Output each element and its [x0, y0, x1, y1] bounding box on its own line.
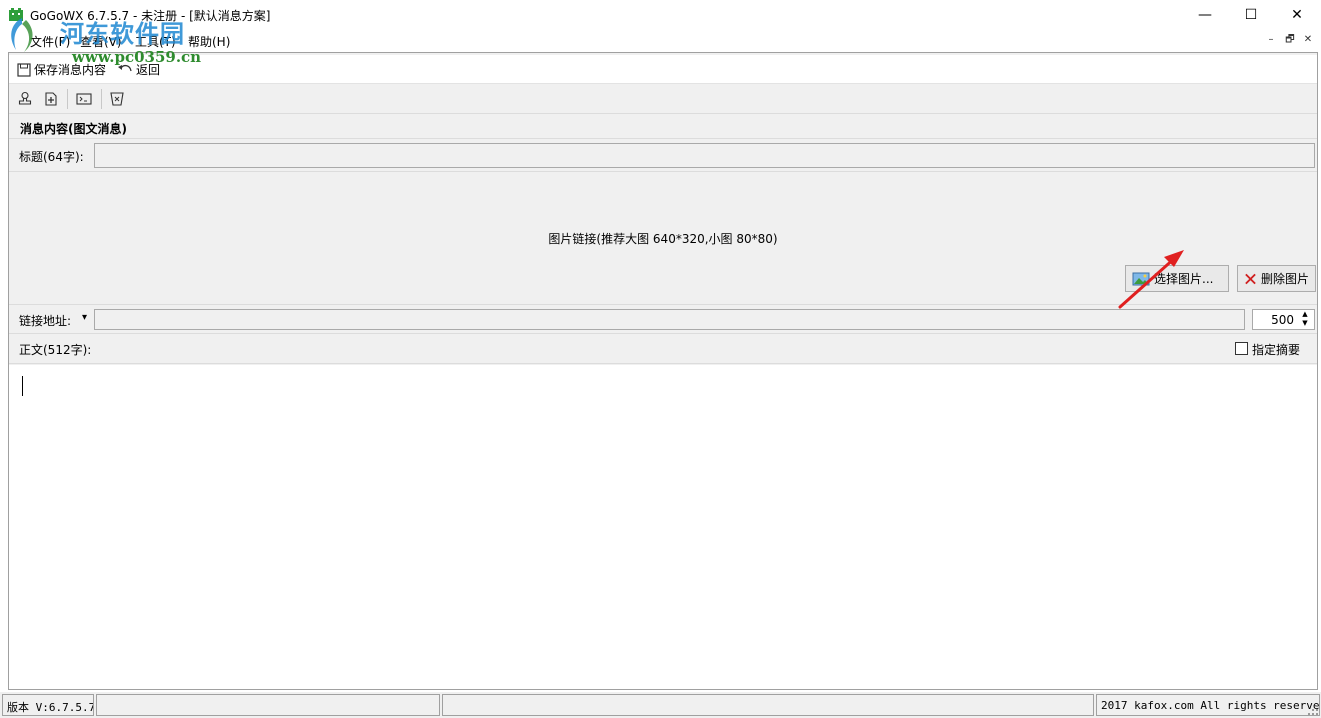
- add-page-icon: [45, 92, 57, 106]
- mdi-minimize-button[interactable]: –: [1263, 33, 1279, 47]
- select-image-button[interactable]: 选择图片...: [1125, 265, 1229, 292]
- console-button[interactable]: [74, 90, 94, 108]
- title-label: 标题(64字):: [19, 150, 84, 164]
- status-version: 版本 V:6.7.5.7: [2, 694, 94, 716]
- minimize-button[interactable]: —: [1182, 0, 1228, 30]
- image-link-caption: 图片链接(推荐大图 640*320,小图 80*80): [548, 232, 778, 246]
- stamp-icon: [18, 91, 32, 105]
- stamp-button[interactable]: [15, 90, 35, 108]
- back-button[interactable]: 返回: [117, 61, 160, 78]
- close-button[interactable]: ✕: [1274, 0, 1320, 30]
- delete-image-label: 删除图片: [1260, 272, 1309, 286]
- menu-tools[interactable]: 工具(T): [135, 33, 176, 50]
- save-icon: [17, 62, 31, 77]
- delete-x-icon: [1245, 273, 1256, 284]
- main-toolbar: 保存消息内容 返回: [9, 55, 1317, 84]
- section-header: 消息内容(图文消息): [9, 115, 1317, 139]
- toolbar-separator: [101, 89, 102, 109]
- toolbar-separator: [67, 89, 68, 109]
- body-label-row: 正文(512字): 指定摘要: [9, 335, 1317, 364]
- menu-bar: 文件(F) 查看(V) 工具(T) 帮助(H): [0, 30, 1321, 51]
- add-page-button[interactable]: [41, 90, 61, 108]
- save-content-button[interactable]: 保存消息内容: [17, 61, 106, 78]
- image-icon: [1132, 272, 1150, 285]
- recycle-button[interactable]: [107, 90, 127, 108]
- select-image-label: 选择图片...: [1154, 272, 1214, 286]
- resize-grip-icon[interactable]: [1307, 704, 1319, 716]
- back-arrow-icon: [118, 64, 132, 71]
- back-label: 返回: [136, 63, 161, 77]
- maximize-icon: ☐: [1244, 7, 1258, 23]
- title-bar: GoGoWX 6.7.5.7 - 未注册 - [默认消息方案] — ☐ ✕: [0, 0, 1321, 30]
- menu-file[interactable]: 文件(F): [30, 33, 70, 50]
- section-title: 消息内容(图文消息): [20, 122, 127, 136]
- count-stepper[interactable]: 500 ▲ ▼: [1252, 309, 1315, 330]
- image-area: 图片链接(推荐大图 640*320,小图 80*80) 选择图片... 删除图片: [9, 173, 1317, 305]
- status-panel-2: [96, 694, 440, 716]
- minimize-icon: —: [1198, 7, 1212, 23]
- app-icon: [9, 8, 23, 21]
- link-type-dropdown-icon[interactable]: ▾: [82, 312, 87, 323]
- count-stepper-value: 500: [1271, 313, 1294, 327]
- status-copyright: 2017 kafox.com All rights reserved...: [1096, 694, 1320, 716]
- text-caret: [22, 376, 23, 396]
- delete-image-button[interactable]: 删除图片: [1237, 265, 1316, 292]
- body-label: 正文(512字):: [19, 343, 92, 357]
- summary-label: 指定摘要: [1252, 343, 1301, 357]
- menu-view[interactable]: 查看(V): [80, 33, 122, 50]
- link-url-input[interactable]: [94, 309, 1245, 330]
- close-icon: ✕: [1291, 7, 1303, 23]
- title-row: 标题(64字):: [9, 140, 1317, 172]
- mdi-close-button[interactable]: ✕: [1300, 33, 1316, 47]
- edit-toolbar: [9, 85, 1317, 114]
- title-input[interactable]: [94, 143, 1315, 168]
- link-label: 链接地址:: [19, 314, 72, 328]
- save-content-label: 保存消息内容: [34, 63, 107, 77]
- menu-help[interactable]: 帮助(H): [188, 33, 230, 50]
- summary-checkbox[interactable]: [1235, 342, 1248, 355]
- body-textarea[interactable]: [9, 365, 1317, 689]
- stepper-arrows-icon[interactable]: ▲ ▼: [1298, 310, 1312, 329]
- window-title: GoGoWX 6.7.5.7 - 未注册 - [默认消息方案]: [30, 9, 271, 23]
- maximize-button[interactable]: ☐: [1228, 0, 1274, 30]
- mdi-restore-button[interactable]: 🗗: [1282, 33, 1298, 47]
- link-row: 链接地址: ▾ 500 ▲ ▼: [9, 306, 1317, 334]
- recycle-bin-icon: [110, 92, 124, 106]
- console-icon: [76, 93, 92, 105]
- status-bar: 版本 V:6.7.5.7 2017 kafox.com All rights r…: [0, 692, 1321, 718]
- status-panel-3: [442, 694, 1094, 716]
